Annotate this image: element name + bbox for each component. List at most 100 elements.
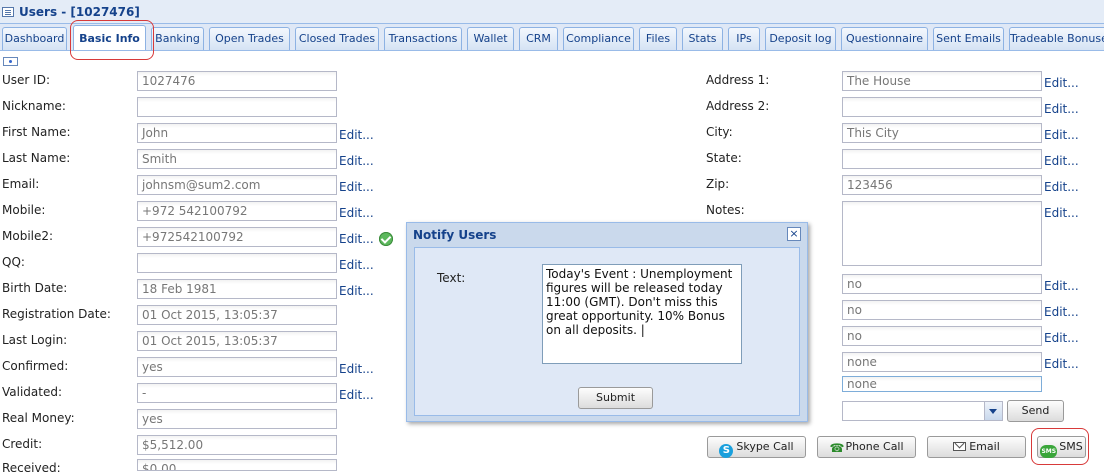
confirmed-field[interactable]: yes — [137, 357, 337, 377]
edit-mobile-link[interactable]: Edit... — [339, 206, 374, 220]
tab-wallet[interactable]: Wallet — [467, 27, 514, 50]
address1-field[interactable]: The House — [842, 71, 1042, 91]
label-confirmed: Confirmed: — [2, 359, 69, 373]
label-zip: Zip: — [706, 177, 730, 191]
highlight-circle-basic-info — [70, 20, 154, 60]
window-icon — [2, 7, 14, 17]
edit-option-3-link[interactable]: Edit... — [1044, 331, 1079, 345]
city-field[interactable]: This City — [842, 123, 1042, 143]
zip-field[interactable]: 123456 — [842, 175, 1042, 195]
edit-option-1-link[interactable]: Edit... — [1044, 279, 1079, 293]
tab-questionnaire[interactable]: Questionnaire — [841, 27, 928, 50]
phone-call-button[interactable]: ☎Phone Call — [817, 436, 916, 458]
option-field-5[interactable]: none — [842, 376, 1042, 392]
label-user-id: User ID: — [2, 73, 50, 87]
birth-date-field[interactable]: 18 Feb 1981 — [137, 279, 337, 299]
state-field[interactable] — [842, 149, 1042, 169]
edit-birth-date-link[interactable]: Edit... — [339, 284, 374, 298]
tab-stats[interactable]: Stats — [682, 27, 723, 50]
label-first-name: First Name: — [2, 125, 71, 139]
tab-crm[interactable]: CRM — [519, 27, 558, 50]
registration-date-field[interactable]: 01 Oct 2015, 13:05:37 — [137, 305, 337, 325]
edit-first-name-link[interactable]: Edit... — [339, 128, 374, 142]
tab-open-trades[interactable]: Open Trades — [209, 27, 290, 50]
chevron-down-icon[interactable] — [984, 402, 1002, 420]
submit-button[interactable]: Submit — [578, 387, 653, 409]
window-title: Users - [1027476] — [19, 5, 140, 19]
notify-text-area[interactable]: Today's Event : Unemployment figures wil… — [542, 264, 742, 364]
last-name-field[interactable]: Smith — [137, 149, 337, 169]
notify-users-dialog: Notify Users × Text: Today's Event : Une… — [406, 222, 808, 422]
skype-call-label: Skype Call — [736, 440, 794, 453]
label-received: Received: — [2, 461, 61, 475]
label-mobile: Mobile: — [2, 203, 46, 217]
window-titlebar: Users - [1027476] — [0, 0, 1104, 24]
validated-field[interactable]: - — [137, 383, 337, 403]
tab-compliance[interactable]: Compliance — [563, 27, 634, 50]
edit-option-2-link[interactable]: Edit... — [1044, 305, 1079, 319]
edit-address1-link[interactable]: Edit... — [1044, 76, 1079, 90]
mobile2-field[interactable]: +972542100792 — [137, 227, 337, 247]
qq-field[interactable] — [137, 253, 337, 273]
label-last-name: Last Name: — [2, 151, 71, 165]
dialog-title: Notify Users — [413, 228, 497, 242]
tab-deposit-log[interactable]: Deposit log — [765, 27, 836, 50]
option-field-1[interactable]: no — [842, 274, 1042, 294]
edit-option-4-link[interactable]: Edit... — [1044, 357, 1079, 371]
tab-files[interactable]: Files — [639, 27, 677, 50]
tab-banking[interactable]: Banking — [151, 27, 204, 50]
edit-validated-link[interactable]: Edit... — [339, 388, 374, 402]
label-qq: QQ: — [2, 255, 25, 269]
edit-zip-link[interactable]: Edit... — [1044, 180, 1079, 194]
mobile-field[interactable]: +972 542100792 — [137, 201, 337, 221]
tab-tradeable-bonuses[interactable]: Tradeable Bonuses — [1009, 27, 1104, 50]
label-mobile2: Mobile2: — [2, 229, 54, 243]
email-field[interactable]: johnsm@sum2.com — [137, 175, 337, 195]
tab-transactions[interactable]: Transactions — [384, 27, 462, 50]
mail-icon — [953, 442, 967, 451]
user-id-field[interactable]: 1027476 — [137, 71, 337, 91]
label-notes: Notes: — [706, 203, 745, 217]
skype-call-button[interactable]: S Skype Call — [707, 436, 806, 458]
last-login-field[interactable]: 01 Oct 2015, 13:05:37 — [137, 331, 337, 351]
notes-field[interactable] — [842, 201, 1042, 266]
credit-field[interactable]: $5,512.00 — [137, 435, 337, 455]
edit-mobile2-link[interactable]: Edit... — [339, 232, 374, 246]
real-money-field[interactable]: yes — [137, 409, 337, 429]
tab-dashboard[interactable]: Dashboard — [2, 27, 67, 50]
verified-check-icon — [379, 232, 393, 246]
edit-city-link[interactable]: Edit... — [1044, 128, 1079, 142]
tab-closed-trades[interactable]: Closed Trades — [295, 27, 379, 50]
close-icon[interactable]: × — [787, 227, 801, 241]
nickname-field[interactable] — [137, 97, 337, 117]
send-button[interactable]: Send — [1007, 400, 1064, 422]
received-field[interactable]: $0.00 — [137, 459, 337, 471]
email-button[interactable]: Email — [927, 436, 1026, 458]
edit-last-name-link[interactable]: Edit... — [339, 154, 374, 168]
first-name-field[interactable]: John — [137, 123, 337, 143]
edit-address2-link[interactable]: Edit... — [1044, 102, 1079, 116]
option-field-3[interactable]: no — [842, 326, 1042, 346]
label-validated: Validated: — [2, 385, 63, 399]
phone-icon: ☎ — [829, 441, 845, 455]
label-credit: Credit: — [2, 437, 43, 451]
label-state: State: — [706, 151, 742, 165]
address2-field[interactable] — [842, 97, 1042, 117]
notify-type-select[interactable] — [842, 401, 1003, 421]
tab-sent-emails[interactable]: Sent Emails — [933, 27, 1004, 50]
label-address2: Address 2: — [706, 99, 770, 113]
edit-state-link[interactable]: Edit... — [1044, 154, 1079, 168]
tab-ips[interactable]: IPs — [728, 27, 760, 50]
email-label: Email — [969, 440, 1000, 453]
flag-icon — [3, 57, 18, 66]
option-field-4[interactable]: none — [842, 352, 1042, 372]
edit-notes-link[interactable]: Edit... — [1044, 206, 1079, 220]
edit-confirmed-link[interactable]: Edit... — [339, 362, 374, 376]
phone-call-label: Phone Call — [845, 440, 904, 453]
edit-email-link[interactable]: Edit... — [339, 180, 374, 194]
highlight-circle-sms — [1031, 428, 1089, 465]
edit-qq-link[interactable]: Edit... — [339, 258, 374, 272]
option-field-2[interactable]: no — [842, 300, 1042, 320]
label-city: City: — [706, 125, 733, 139]
text-label: Text: — [437, 271, 466, 285]
